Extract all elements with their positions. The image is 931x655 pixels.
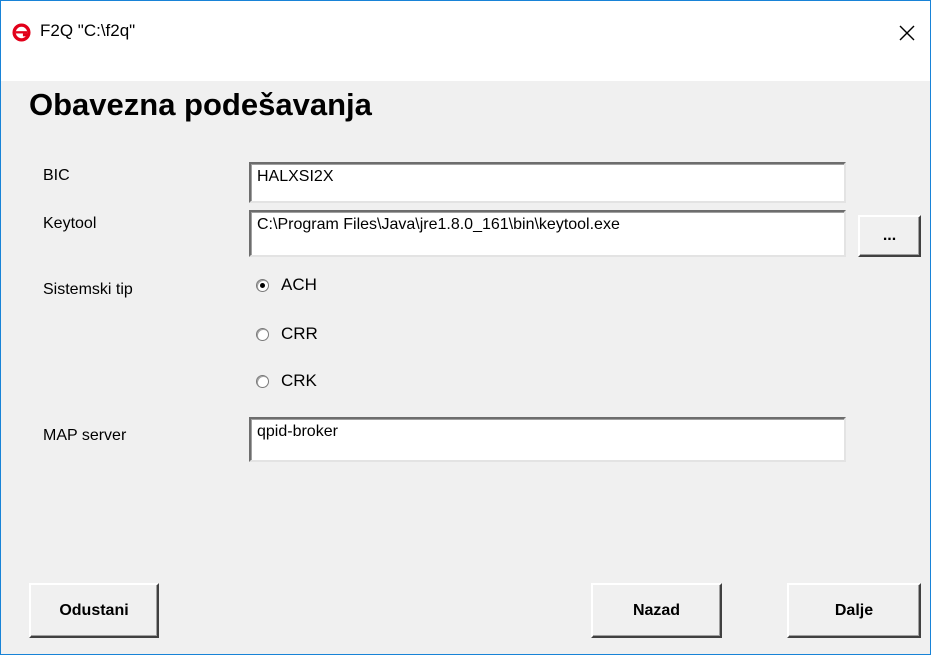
radio-label-crr: CRR — [281, 324, 318, 343]
next-button[interactable]: Dalje — [787, 583, 921, 638]
next-button-label: Dalje — [834, 601, 874, 619]
radio-button[interactable] — [256, 327, 269, 341]
radio-button[interactable] — [256, 278, 269, 292]
title-bar[interactable]: F2Q "C:\f2q" — [1, 1, 930, 81]
back-button-label: Nazad — [632, 601, 681, 619]
cancel-button-label: Odustani — [59, 601, 129, 619]
back-button[interactable]: Nazad — [591, 583, 722, 638]
bic-field[interactable]: HALXSI2X — [249, 162, 846, 203]
window-title: F2Q "C:\f2q" — [40, 21, 136, 40]
radio-option-ach[interactable]: ACH — [256, 275, 317, 295]
radio-label-crk: CRK — [281, 371, 317, 390]
map-server-field[interactable]: qpid-broker — [249, 417, 846, 462]
bic-label: BIC — [43, 167, 70, 184]
cancel-button[interactable]: Odustani — [29, 583, 159, 638]
radio-option-crr[interactable]: CRR — [256, 324, 318, 344]
keytool-path-field[interactable]: C:\Program Files\Java\jre1.8.0_161\bin\k… — [249, 210, 846, 257]
app-e-icon — [12, 23, 31, 42]
close-button[interactable] — [884, 13, 930, 53]
system-type-label: Sistemski tip — [43, 281, 133, 298]
keytool-label: Keytool — [43, 215, 97, 232]
close-icon — [899, 25, 915, 41]
browse-button-label: ... — [882, 227, 897, 244]
page-title: Obavezna podešavanja — [29, 87, 372, 122]
radio-button[interactable] — [256, 374, 269, 388]
radio-label-ach: ACH — [281, 275, 317, 294]
browse-button[interactable]: ... — [858, 215, 921, 257]
radio-option-crk[interactable]: CRK — [256, 371, 317, 391]
dialog-window: F2Q "C:\f2q" Obavezna podešavanja BIC HA… — [0, 0, 931, 655]
map-server-label: MAP server — [43, 427, 127, 444]
